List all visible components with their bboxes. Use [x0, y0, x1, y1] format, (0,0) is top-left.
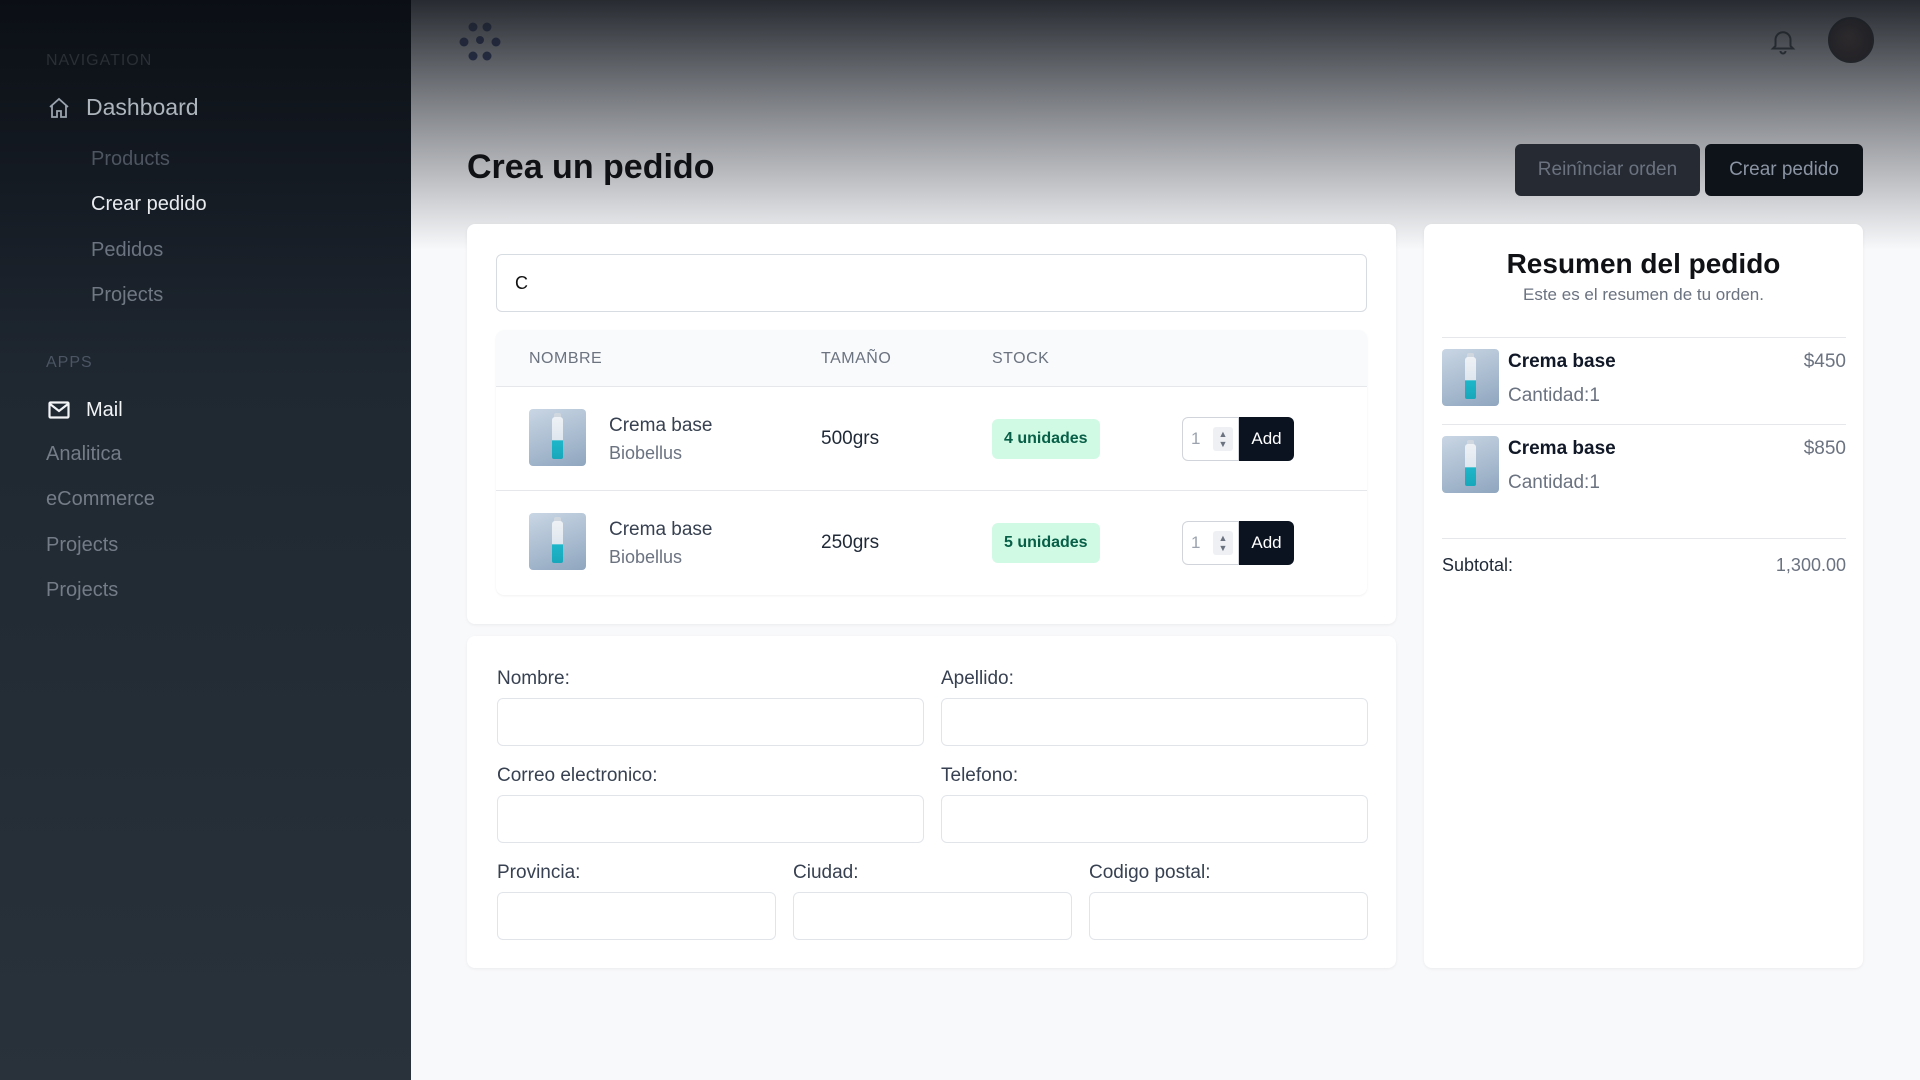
- provincia-field[interactable]: [497, 892, 776, 940]
- subtotal-label: Subtotal:: [1442, 555, 1514, 575]
- spinner-arrows-icon[interactable]: ▲ ▼: [1213, 531, 1233, 555]
- product-brand: Biobellus: [609, 547, 683, 567]
- products-table: NOMBRE TAMAÑO STOCK Crema base Biobellus…: [496, 330, 1367, 595]
- codigo-postal-field[interactable]: [1089, 892, 1368, 940]
- nombre-field[interactable]: [497, 698, 924, 746]
- sidebar-item-label: Projects: [46, 534, 119, 556]
- sidebar-item-products[interactable]: Products: [91, 148, 170, 171]
- search-input[interactable]: C: [496, 254, 1367, 312]
- order-summary-card: Resumen del pedido Este es el resumen de…: [1424, 224, 1863, 968]
- customer-form-card: Nombre: Apellido: Correo electronico: Te…: [467, 636, 1396, 968]
- table-header: NOMBRE TAMAÑO STOCK: [496, 330, 1367, 387]
- product-name: Crema base: [609, 519, 713, 540]
- subtotal-value: 1,300.00: [1775, 555, 1846, 575]
- sidebar-item-label: Projects: [91, 284, 164, 306]
- sidebar-item-label: Analitica: [46, 443, 122, 465]
- product-brand: Biobellus: [609, 443, 683, 463]
- spinner-arrows-icon[interactable]: ▲ ▼: [1213, 427, 1233, 451]
- search-value: C: [515, 272, 528, 293]
- sidebar-item-dashboard[interactable]: Dashboard: [46, 94, 199, 121]
- sidebar-item-projects-2[interactable]: Projects: [46, 534, 118, 557]
- column-header-stock: STOCK: [992, 350, 1050, 367]
- reset-order-button[interactable]: Reinînciar orden: [1515, 144, 1700, 196]
- email-field[interactable]: [497, 795, 924, 843]
- quantity-value: 1: [1191, 533, 1201, 552]
- sidebar-item-label: Projects: [46, 579, 119, 601]
- product-name: Crema base: [609, 415, 713, 436]
- create-order-button[interactable]: Crear pedido: [1705, 144, 1863, 196]
- flower-logo-icon[interactable]: [456, 18, 504, 66]
- stock-badge: 4 unidades: [992, 419, 1100, 459]
- add-button[interactable]: Add: [1239, 417, 1294, 461]
- sidebar-section-apps: APPS: [46, 354, 93, 371]
- quantity-value: 1: [1191, 429, 1201, 448]
- table-row: Crema base Biobellus 500grs 4 unidades 1…: [496, 387, 1367, 491]
- summary-item-name: Crema base: [1508, 351, 1616, 372]
- quantity-stepper[interactable]: 1 ▲ ▼: [1182, 521, 1239, 565]
- column-header-nombre: NOMBRE: [529, 350, 603, 367]
- summary-item-name: Crema base: [1508, 438, 1616, 459]
- sidebar-item-pedidos[interactable]: Pedidos: [91, 239, 163, 262]
- add-button[interactable]: Add: [1239, 521, 1294, 565]
- top-header: [411, 0, 1920, 82]
- divider: [1442, 424, 1846, 425]
- sidebar: Navigation Dashboard Products Crear pedi…: [0, 0, 411, 1080]
- sidebar-item-label: eCommerce: [46, 488, 155, 510]
- product-image: [529, 513, 586, 570]
- sidebar-section-navigation: Navigation: [46, 52, 153, 69]
- sidebar-item-mail[interactable]: Mail: [46, 397, 123, 423]
- sidebar-item-projects[interactable]: Projects: [91, 284, 163, 307]
- stock-badge: 5 unidades: [992, 523, 1100, 563]
- summary-item-qty: Cantidad:1: [1508, 385, 1600, 406]
- sidebar-item-label: Dashboard: [86, 94, 199, 120]
- column-header-tamano: TAMAÑO: [821, 350, 892, 367]
- product-image: [1442, 349, 1499, 406]
- ciudad-field[interactable]: [793, 892, 1072, 940]
- product-size: 500grs: [821, 428, 880, 449]
- sidebar-item-label: Products: [91, 148, 170, 170]
- product-image: [529, 409, 586, 466]
- quantity-stepper[interactable]: 1 ▲ ▼: [1182, 417, 1239, 461]
- avatar[interactable]: [1828, 17, 1874, 63]
- summary-item-price: $850: [1803, 438, 1846, 459]
- divider: [1442, 538, 1846, 539]
- page-title: Crea un pedido: [467, 148, 715, 186]
- summary-item: Crema base $450 Cantidad:1: [1442, 349, 1846, 419]
- product-size: 250grs: [821, 532, 880, 553]
- sidebar-item-label: Mail: [86, 398, 123, 421]
- bell-icon[interactable]: [1768, 26, 1798, 56]
- apellido-field[interactable]: [941, 698, 1368, 746]
- nombre-label: Nombre:: [497, 668, 570, 689]
- product-image: [1442, 436, 1499, 493]
- sidebar-item-analitica[interactable]: Analitica: [46, 443, 122, 466]
- sidebar-item-label: Pedidos: [91, 239, 164, 261]
- mail-icon: [46, 397, 72, 423]
- summary-item-qty: Cantidad:1: [1508, 472, 1600, 493]
- table-row: Crema base Biobellus 250grs 5 unidades 1…: [496, 491, 1367, 595]
- codigo-postal-label: Codigo postal:: [1089, 862, 1211, 883]
- products-card: C NOMBRE TAMAÑO STOCK Crema base Biobell…: [467, 224, 1396, 624]
- home-icon: [46, 95, 72, 121]
- sidebar-item-crear-pedido[interactable]: Crear pedido: [91, 193, 207, 216]
- summary-subtitle: Este es el resumen de tu orden.: [1523, 285, 1764, 304]
- divider: [1442, 337, 1846, 338]
- summary-item-price: $450: [1803, 351, 1846, 372]
- ciudad-label: Ciudad:: [793, 862, 859, 883]
- summary-item: Crema base $850 Cantidad:1: [1442, 436, 1846, 506]
- telefono-field[interactable]: [941, 795, 1368, 843]
- summary-title: Resumen del pedido: [1506, 248, 1781, 279]
- sidebar-item-label: Crear pedido: [91, 193, 207, 215]
- telefono-label: Telefono:: [941, 765, 1019, 786]
- sidebar-item-projects-3[interactable]: Projects: [46, 579, 118, 602]
- provincia-label: Provincia:: [497, 862, 581, 883]
- sidebar-item-ecommerce[interactable]: eCommerce: [46, 488, 155, 511]
- correo-label: Correo electronico:: [497, 765, 658, 786]
- apellido-label: Apellido:: [941, 668, 1014, 689]
